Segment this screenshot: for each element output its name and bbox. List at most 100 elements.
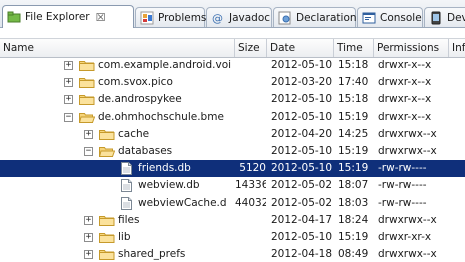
file-size [235,212,266,229]
file-icon [121,179,132,193]
file-date: 2012-04-20 [271,127,333,140]
collapse-icon[interactable]: − [64,112,73,122]
tab-console[interactable]: Console [357,7,423,27]
column-header-name[interactable]: Name [0,39,235,57]
file-permissions: -rw-rw---- [378,162,427,175]
column-header-date[interactable]: Date [267,39,334,57]
folder-icon [99,129,115,140]
file-time: 18:03 [338,196,369,209]
table-row[interactable]: + com.svox.pico 2012-03-20 17:40 drwxr-x--x [0,74,465,91]
file-size: 14336 [235,179,266,192]
tab-label: File Explorer [25,11,90,23]
console-icon [362,11,376,25]
file-date: 2012-04-17 [271,213,333,226]
table-row[interactable]: webviewCache.d 44032 2012-05-02 18:03 -rw-rw… [0,195,465,212]
tab-javadoc[interactable]: @ Javadoc [206,7,272,27]
file-permissions: drwxr-x--x [378,110,432,123]
table-row[interactable]: + files 2012-04-17 18:24 drwxrwx--x [0,212,465,229]
file-time: 15:18 [338,59,369,71]
file-size [235,246,266,262]
table-row[interactable]: + cache 2012-04-20 14:25 drwxrwx--x [0,126,465,143]
javadoc-icon: @ [211,11,225,25]
file-name: cache [118,127,150,140]
file-name: friends.db [138,162,191,175]
file-time: 15:19 [338,145,369,157]
close-icon[interactable]: ☒ [96,11,106,24]
file-permissions: drwxr-x--x [378,76,432,89]
column-header-info[interactable]: Inf [449,39,465,57]
folder-icon [79,60,95,71]
tab-label: Javadoc [229,11,271,24]
file-icon [121,162,132,176]
file-explorer-icon [7,10,21,24]
table-row[interactable]: webview.db 14336 2012-05-02 18:07 -rw-rw---- [0,177,465,194]
table-row[interactable]: friends.db 5120 2012-05-10 15:19 -rw-rw---- [0,160,465,178]
tab-label: Console [380,11,422,24]
collapse-icon[interactable]: − [84,147,93,156]
table-row[interactable]: − databases 2012-05-10 15:19 drwxrwx--x [0,143,465,160]
file-name: shared_prefs [118,248,186,261]
tab-problems[interactable]: Problems [135,7,207,27]
file-icon [121,196,132,210]
file-permissions: -rw-rw---- [378,196,427,209]
tab-declaration[interactable]: Declaration [273,7,357,27]
file-date: 2012-05-10 [271,93,333,106]
column-header-permissions[interactable]: Permissions [374,39,449,57]
folder-icon [99,232,115,243]
file-size [235,109,266,126]
file-name: de.androspykee [98,93,182,106]
file-permissions: drwxr-x--x [378,93,432,106]
file-date: 2012-05-10 [271,110,333,123]
table-row[interactable]: + shared_prefs 2012-04-18 08:49 drwxrwx--x [0,246,465,262]
file-permissions: drwxrwx--x [378,145,437,157]
tab-file-explorer[interactable]: File Explorer ☒ [2,5,134,28]
file-date: 2012-05-10 [271,231,333,243]
file-size [235,74,266,91]
table-row[interactable]: + de.androspykee 2012-05-10 15:18 drwxr-x--x [0,91,465,108]
expand-icon[interactable]: + [84,129,93,139]
table-row[interactable]: + lib 2012-05-10 15:19 drwxr-xr-x [0,229,465,246]
file-time: 15:19 [338,162,369,175]
file-time: 08:49 [338,248,369,261]
file-name: databases [118,145,173,157]
file-date: 2012-05-02 [271,179,333,192]
file-size [235,229,266,246]
expand-icon[interactable]: + [64,61,73,70]
expand-icon[interactable]: + [64,95,73,105]
file-size [235,57,266,74]
file-time: 17:40 [338,76,369,89]
folder-icon [99,215,115,226]
file-time: 15:19 [338,110,369,123]
expand-icon[interactable]: + [84,215,93,225]
view-tab-bar: File Explorer ☒ Problems @ Javadoc Decla… [0,0,465,28]
table-header: Name Size Date Time Permissions Inf [0,38,465,58]
file-size [235,143,266,160]
file-name: lib [118,231,131,243]
folder-icon [99,249,115,261]
file-permissions: drwxrwx--x [378,248,437,261]
file-permissions: drwxr-x--x [378,59,432,71]
tab-label: Declaration [296,11,357,24]
expand-icon[interactable]: + [84,233,93,242]
file-explorer-view: File Explorer ☒ Problems @ Javadoc Decla… [0,0,465,262]
file-time: 18:24 [338,213,369,226]
table-row[interactable]: + com.example.android.voi 2012-05-10 15:18 d… [0,57,465,74]
expand-icon[interactable]: + [84,250,93,260]
expand-icon[interactable]: + [64,78,73,88]
column-header-time[interactable]: Time [334,39,374,57]
file-time: 18:07 [338,179,369,192]
folder-icon [79,77,95,89]
declaration-icon [278,11,292,25]
file-time: 15:19 [338,231,369,243]
tab-label: Problems [158,11,207,24]
folder-icon [98,146,116,157]
file-name: com.svox.pico [98,76,173,89]
file-size: 5120 [239,162,266,175]
table-row[interactable]: − de.ohmhochschule.bme 2012-05-10 15:19 drwx… [0,109,465,126]
column-header-size[interactable]: Size [235,39,267,57]
file-date: 2012-05-10 [271,59,333,71]
file-name: webviewCache.d [138,196,227,209]
folder-icon [79,94,95,106]
tab-devices[interactable]: Dev [424,7,465,27]
file-size [235,126,266,143]
